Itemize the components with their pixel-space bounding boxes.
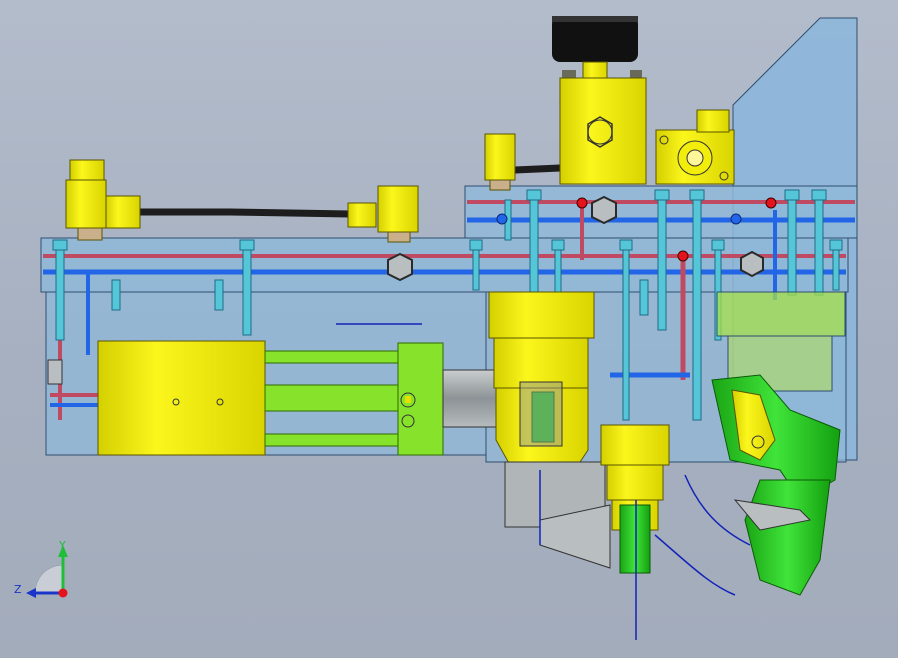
triad-arc — [34, 564, 64, 594]
middle-elbow-fitting[interactable] — [347, 185, 419, 243]
assembly-model-view[interactable] — [0, 0, 898, 658]
right-slider-assembly[interactable] — [711, 291, 846, 596]
center-nozzle-valve[interactable] — [600, 424, 670, 575]
valve-block[interactable] — [559, 77, 647, 185]
hydraulic-hose[interactable] — [140, 208, 351, 218]
cad-graphics-area[interactable]: Y Z — [0, 0, 898, 658]
left-elbow-fitting[interactable] — [65, 159, 141, 241]
origin-dot-icon — [58, 588, 68, 598]
orientation-triad: Y Z — [14, 539, 68, 598]
y-axis-label: Y — [58, 539, 66, 552]
left-gate-valve[interactable] — [488, 291, 595, 466]
upper-fitting[interactable] — [484, 133, 516, 191]
pressure-valve[interactable] — [655, 109, 735, 185]
rod-end-plate[interactable] — [397, 342, 444, 456]
main-manifold-bar[interactable] — [40, 237, 849, 293]
z-axis-label: Z — [14, 583, 22, 596]
z-axis-arrow-icon — [26, 588, 36, 598]
pressure-gauge[interactable] — [552, 16, 642, 80]
